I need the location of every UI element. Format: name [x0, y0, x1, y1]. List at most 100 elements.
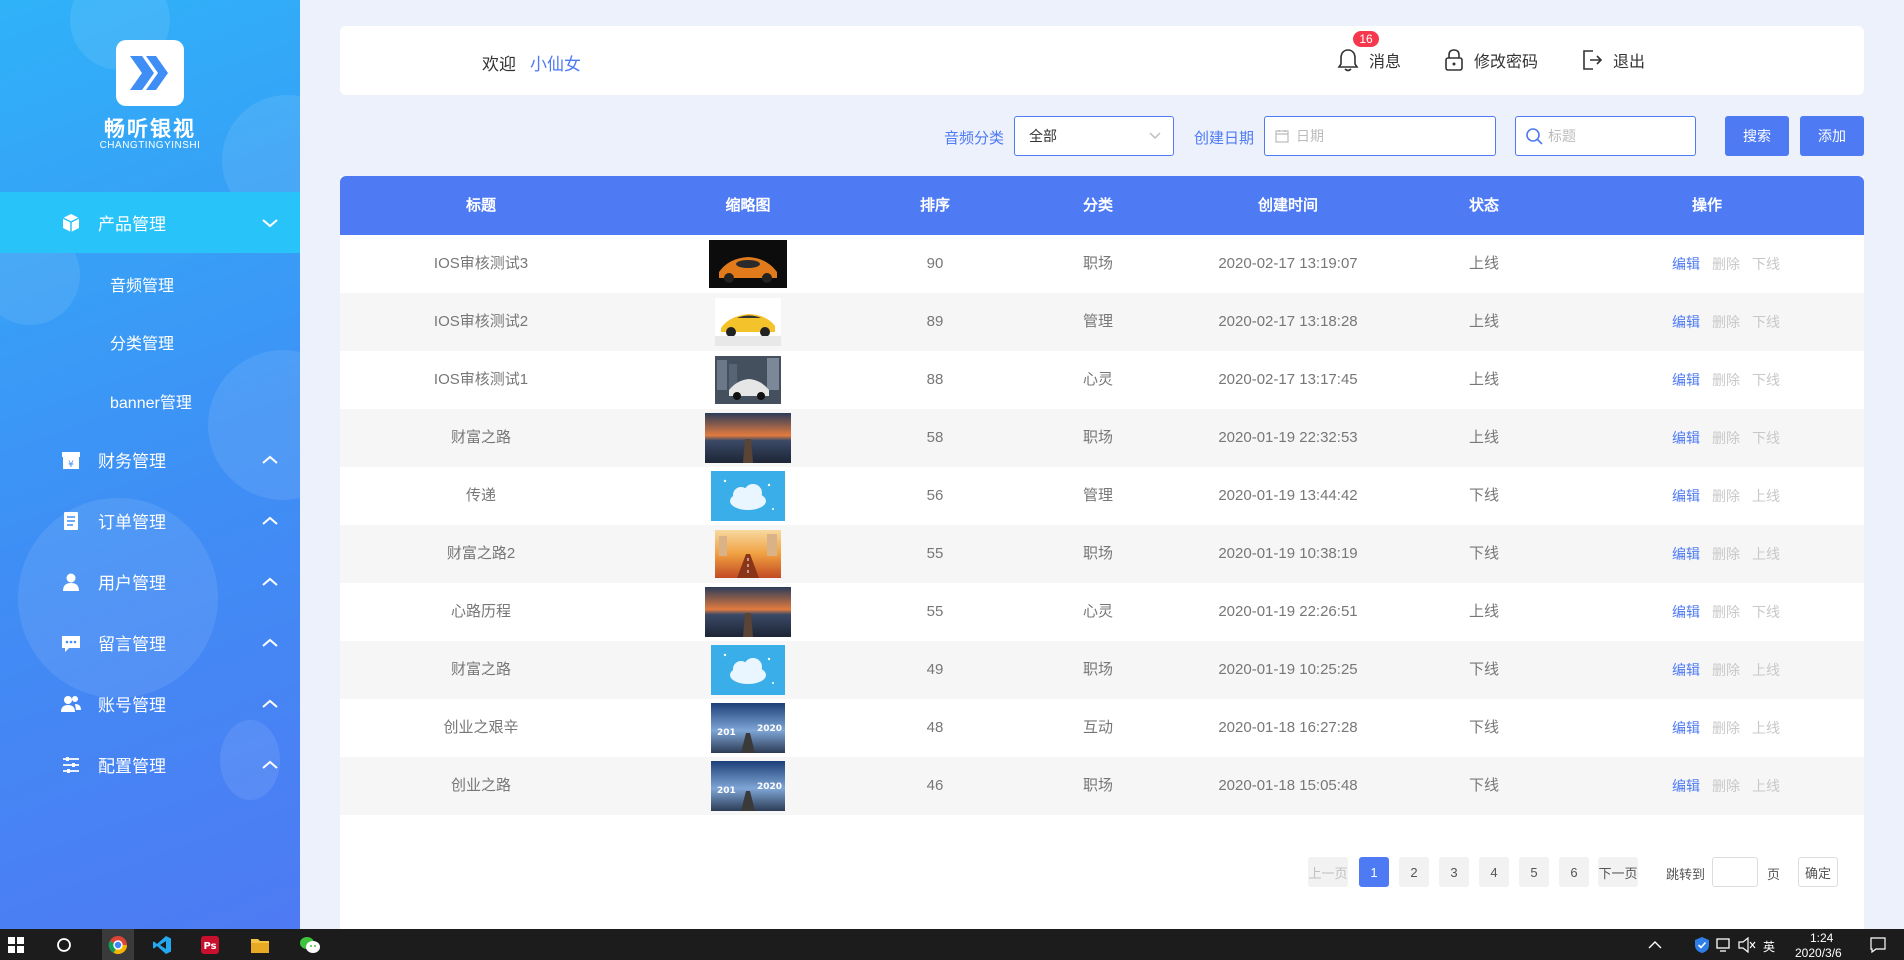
network-icon[interactable]: [1713, 933, 1737, 957]
edit-button[interactable]: 编辑: [1672, 235, 1700, 293]
goto-confirm-button[interactable]: 确定: [1798, 857, 1838, 887]
wechat-icon[interactable]: [298, 933, 322, 957]
cell-created: 2020-01-18 16:27:28: [1218, 719, 1358, 736]
status-toggle-button[interactable]: 下线: [1752, 235, 1780, 293]
menu-product[interactable]: 产品管理: [0, 192, 300, 253]
logout-icon: [1583, 50, 1603, 70]
cell-created: 2020-02-17 13:18:28: [1218, 313, 1358, 330]
edit-button[interactable]: 编辑: [1672, 525, 1700, 583]
prev-page-button[interactable]: 上一页: [1308, 857, 1348, 887]
edit-button[interactable]: 编辑: [1672, 699, 1700, 757]
next-page-button[interactable]: 下一页: [1598, 857, 1638, 887]
delete-button[interactable]: 删除: [1712, 641, 1740, 699]
status-toggle-button[interactable]: 上线: [1752, 525, 1780, 583]
edit-button[interactable]: 编辑: [1672, 467, 1700, 525]
clock-time[interactable]: 1:24: [1810, 931, 1833, 945]
menu-finance[interactable]: ¥ 财务管理: [0, 429, 300, 490]
menu-user[interactable]: 用户管理: [0, 551, 300, 612]
col-header-thumbnail: 缩略图: [725, 197, 771, 214]
notification-center-icon[interactable]: [1866, 933, 1890, 957]
change-password-label: 修改密码: [1474, 54, 1539, 71]
delete-button[interactable]: 删除: [1712, 409, 1740, 467]
username[interactable]: 小仙女: [530, 50, 581, 75]
edit-button[interactable]: 编辑: [1672, 351, 1700, 409]
page-button[interactable]: 2: [1399, 857, 1429, 887]
page-button[interactable]: 3: [1439, 857, 1469, 887]
table-row: IOS审核测试3 90 职场 2020-02-17 13:19:07 上线 编辑 删除 下线: [340, 235, 1864, 293]
goto-page-input[interactable]: [1712, 857, 1758, 887]
edit-button[interactable]: 编辑: [1672, 583, 1700, 641]
submenu-banner[interactable]: banner管理: [110, 389, 192, 413]
ime-indicator[interactable]: 英: [1763, 938, 1775, 955]
cell-created: 2020-02-17 13:17:45: [1218, 371, 1358, 388]
status-toggle-button[interactable]: 下线: [1752, 351, 1780, 409]
delete-button[interactable]: 删除: [1712, 525, 1740, 583]
delete-button[interactable]: 删除: [1712, 351, 1740, 409]
table-row: IOS审核测试1 88 心灵 2020-02-17 13:17:45 上线 编辑 删除 下线: [340, 351, 1864, 409]
status-toggle-button[interactable]: 上线: [1752, 757, 1780, 815]
delete-button[interactable]: 删除: [1712, 235, 1740, 293]
clock-date[interactable]: 2020/3/6: [1795, 946, 1842, 960]
delete-button[interactable]: 删除: [1712, 467, 1740, 525]
page-button[interactable]: 1: [1359, 857, 1389, 887]
delete-button[interactable]: 删除: [1712, 757, 1740, 815]
title-search-input[interactable]: 标题: [1515, 116, 1696, 156]
status-toggle-button[interactable]: 下线: [1752, 293, 1780, 351]
vscode-icon[interactable]: [150, 933, 174, 957]
change-password-button[interactable]: 修改密码: [1444, 48, 1538, 72]
page-button[interactable]: 6: [1559, 857, 1589, 887]
page-button[interactable]: 4: [1479, 857, 1509, 887]
edit-button[interactable]: 编辑: [1672, 409, 1700, 467]
thumbnail-image: [715, 356, 781, 404]
cell-category: 管理: [1082, 313, 1113, 330]
page-button[interactable]: 5: [1519, 857, 1549, 887]
menu-label: 财务管理: [98, 452, 166, 471]
search-button[interactable]: 搜索: [1725, 116, 1789, 156]
delete-button[interactable]: 删除: [1712, 583, 1740, 641]
cell-title: 创业之路: [450, 777, 511, 794]
category-select[interactable]: 全部: [1014, 116, 1174, 156]
edit-button[interactable]: 编辑: [1672, 757, 1700, 815]
cell-created: 2020-01-19 22:26:51: [1218, 603, 1358, 620]
settings-sliders-icon: [60, 754, 82, 776]
cell-status: 下线: [1468, 719, 1499, 736]
logout-button[interactable]: 退出: [1581, 48, 1645, 72]
messages-button[interactable]: 消息: [1337, 48, 1401, 72]
volume-muted-icon[interactable]: [1735, 933, 1759, 957]
edit-button[interactable]: 编辑: [1672, 293, 1700, 351]
delete-button[interactable]: 删除: [1712, 293, 1740, 351]
cell-status: 下线: [1468, 777, 1499, 794]
photoshop-icon[interactable]: Ps: [198, 933, 222, 957]
date-picker[interactable]: 日期: [1264, 116, 1496, 156]
status-toggle-button[interactable]: 上线: [1752, 641, 1780, 699]
thumbnail-image: [715, 298, 781, 346]
cell-sort: 88: [926, 371, 944, 388]
menu-config[interactable]: 配置管理: [0, 734, 300, 795]
submenu-category[interactable]: 分类管理: [110, 330, 174, 354]
table-row: 心路历程 55 心灵 2020-01-19 22:26:51 上线 编辑 删除 下线: [340, 583, 1864, 641]
add-button[interactable]: 添加: [1800, 116, 1864, 156]
menu-label: 用户管理: [98, 574, 166, 593]
submenu-audio[interactable]: 音频管理: [110, 272, 174, 296]
cell-category: 心灵: [1082, 603, 1113, 620]
table-row: 财富之路2 55 职场 2020-01-19 10:38:19 下线 编辑 删除 上线: [340, 525, 1864, 583]
chrome-icon[interactable]: [102, 929, 134, 960]
menu-message[interactable]: 留言管理: [0, 612, 300, 673]
delete-button[interactable]: 删除: [1712, 699, 1740, 757]
cortana-icon[interactable]: [52, 933, 76, 957]
cell-sort: 49: [926, 661, 944, 678]
menu-accounts[interactable]: 账号管理: [0, 673, 300, 734]
file-explorer-icon[interactable]: [248, 933, 272, 957]
edit-button[interactable]: 编辑: [1672, 641, 1700, 699]
thumbnail-image: [715, 530, 781, 578]
status-toggle-button[interactable]: 下线: [1752, 583, 1780, 641]
status-toggle-button[interactable]: 下线: [1752, 409, 1780, 467]
status-toggle-button[interactable]: 上线: [1752, 699, 1780, 757]
windows-start-icon[interactable]: [4, 933, 28, 957]
table-header: 标题 缩略图 排序 分类 创建时间 状态 操作: [340, 176, 1864, 235]
chevron-up-icon[interactable]: [1643, 933, 1667, 957]
status-toggle-button[interactable]: 上线: [1752, 467, 1780, 525]
title-placeholder: 标题: [1548, 128, 1576, 144]
security-shield-icon[interactable]: [1690, 933, 1714, 957]
menu-order[interactable]: 订单管理: [0, 490, 300, 551]
